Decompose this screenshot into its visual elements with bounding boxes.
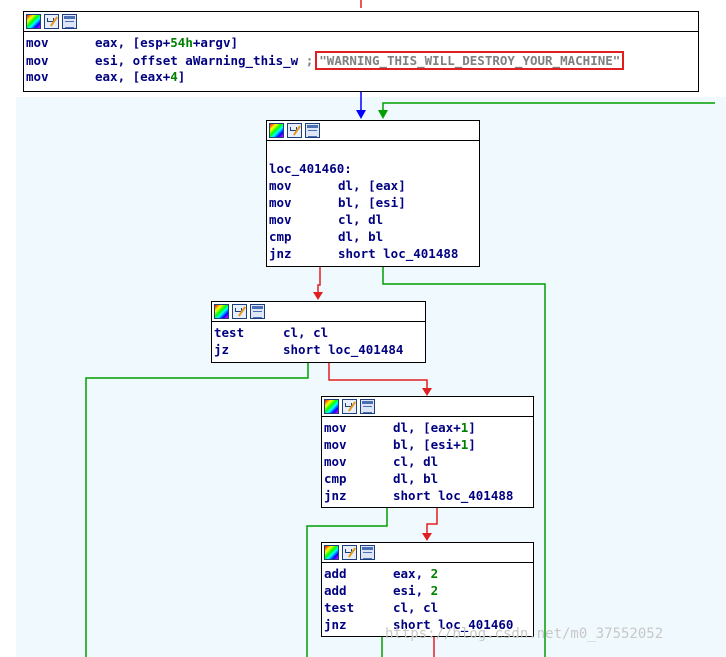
color-palette-icon[interactable] <box>26 14 41 29</box>
rename-pencil-icon[interactable] <box>287 123 302 138</box>
highlighted-string: "WARNING_THIS_WILL_DESTROY_YOUR_MACHINE" <box>315 51 625 70</box>
node-toolbar <box>322 397 533 417</box>
instruction-row[interactable]: jz short loc_401484 <box>214 341 423 358</box>
mnemonic: test <box>214 325 245 340</box>
operands: dl, bl <box>393 471 439 486</box>
operands: cl, cl <box>393 600 439 615</box>
instruction-row[interactable]: mov cl, dl <box>324 453 531 470</box>
color-palette-icon[interactable] <box>324 545 339 560</box>
operands: eax, [esp+54h+argv] <box>95 35 238 50</box>
mnemonic: mov <box>324 454 347 469</box>
graph-view-icon[interactable] <box>62 14 77 29</box>
graph-view-icon[interactable] <box>250 304 265 319</box>
instruction-row[interactable]: mov dl, [eax+1] <box>324 419 531 436</box>
node-toolbar <box>24 12 698 32</box>
operands: bl, [esi] <box>338 195 406 210</box>
rename-pencil-icon[interactable] <box>44 14 59 29</box>
code-block-entry[interactable]: mov eax, [esp+54h+argv] mov esi, offset aW… <box>23 11 699 92</box>
operands: esi, offset aWarning_this_w <box>95 53 299 68</box>
node-toolbar <box>267 121 479 141</box>
edge-b1-b2 <box>317 266 321 292</box>
mnemonic: add <box>324 583 347 598</box>
instruction-row[interactable]: mov dl, [eax] <box>269 177 477 194</box>
color-palette-icon[interactable] <box>324 399 339 414</box>
instruction-row[interactable]: cmp dl, bl <box>324 470 531 487</box>
instruction-row[interactable]: mov cl, dl <box>269 211 477 228</box>
rename-pencil-icon[interactable] <box>342 399 357 414</box>
operands: dl, bl <box>338 229 384 244</box>
color-palette-icon[interactable] <box>269 123 284 138</box>
rename-pencil-icon[interactable] <box>232 304 247 319</box>
comment-marker: ; <box>305 53 314 68</box>
instruction-row[interactable]: mov bl, [esi] <box>269 194 477 211</box>
mnemonic: mov <box>324 437 347 452</box>
mnemonic: mov <box>269 178 292 193</box>
code-block-compare-next[interactable]: mov dl, [eax+1] mov bl, [esi+1] mov cl, dl … <box>321 396 534 508</box>
graph-view-icon[interactable] <box>360 399 375 414</box>
instruction-row[interactable]: add esi, 2 <box>324 582 531 599</box>
rename-pencil-icon[interactable] <box>342 545 357 560</box>
operands: dl, [eax] <box>338 178 406 193</box>
mnemonic: test <box>324 600 355 615</box>
code-block-test[interactable]: test cl, cl jz short loc_401484 <box>211 301 426 363</box>
graph-view-icon[interactable] <box>305 123 320 138</box>
operands: short loc_401488 <box>338 246 459 261</box>
instruction-row[interactable]: mov esi, offset aWarning_this_w ; "WARNING… <box>26 51 696 70</box>
operands: eax, 2 <box>393 566 439 581</box>
mnemonic: add <box>324 566 347 581</box>
instruction-row[interactable]: mov eax, [esp+54h+argv] <box>26 34 696 51</box>
instruction-row[interactable]: mov eax, [eax+4] <box>26 68 696 85</box>
operands: eax, [eax+4] <box>95 69 186 84</box>
mnemonic: jnz <box>269 246 292 261</box>
node-toolbar <box>322 543 533 563</box>
edge-b2-loc401484 <box>85 363 309 657</box>
mnemonic: mov <box>269 212 292 227</box>
color-palette-icon[interactable] <box>214 304 229 319</box>
instruction-row[interactable]: mov bl, [esi+1] <box>324 436 531 453</box>
mnemonic: cmp <box>324 471 347 486</box>
operands: bl, [esi+1] <box>393 437 476 452</box>
mnemonic: jz <box>214 342 230 357</box>
operands: cl, dl <box>338 212 384 227</box>
mnemonic: cmp <box>269 229 292 244</box>
instruction-row[interactable]: jnz short loc_401488 <box>269 245 477 262</box>
code-block-advance[interactable]: add eax, 2 add esi, 2 test cl, cl jnz short … <box>321 542 534 637</box>
operands: short loc_401488 <box>393 488 514 503</box>
mnemonic: jnz <box>324 488 347 503</box>
mnemonic: mov <box>269 195 292 210</box>
edge-b2-b3 <box>328 363 428 388</box>
graph-view-icon[interactable] <box>360 545 375 560</box>
watermark-text: https://blog.csdn.net/m0_37552052 <box>385 626 664 642</box>
instruction-row[interactable]: test cl, cl <box>324 599 531 616</box>
edge-back-b4-b1 <box>382 102 715 110</box>
operands: cl, cl <box>283 325 329 340</box>
instruction-row[interactable]: test cl, cl <box>214 324 423 341</box>
instruction-row[interactable]: add eax, 2 <box>324 565 531 582</box>
operands: cl, dl <box>393 454 439 469</box>
operands: dl, [eax+1] <box>393 420 476 435</box>
code-block-loc401460[interactable]: loc_401460: mov dl, [eax] mov bl, [esi] mo… <box>266 120 480 267</box>
mnemonic: mov <box>26 35 49 50</box>
instruction-row[interactable]: jnz short loc_401488 <box>324 487 531 504</box>
instruction-row[interactable]: cmp dl, bl <box>269 228 477 245</box>
operands: esi, 2 <box>393 583 439 598</box>
operands: short loc_401484 <box>283 342 404 357</box>
mnemonic: mov <box>324 420 347 435</box>
mnemonic: mov <box>26 69 49 84</box>
node-toolbar <box>212 302 425 322</box>
mnemonic: mov <box>26 53 49 68</box>
code-label[interactable]: loc_401460: <box>269 160 477 177</box>
edge-b3-b4 <box>426 508 438 533</box>
mnemonic: jnz <box>324 617 347 632</box>
